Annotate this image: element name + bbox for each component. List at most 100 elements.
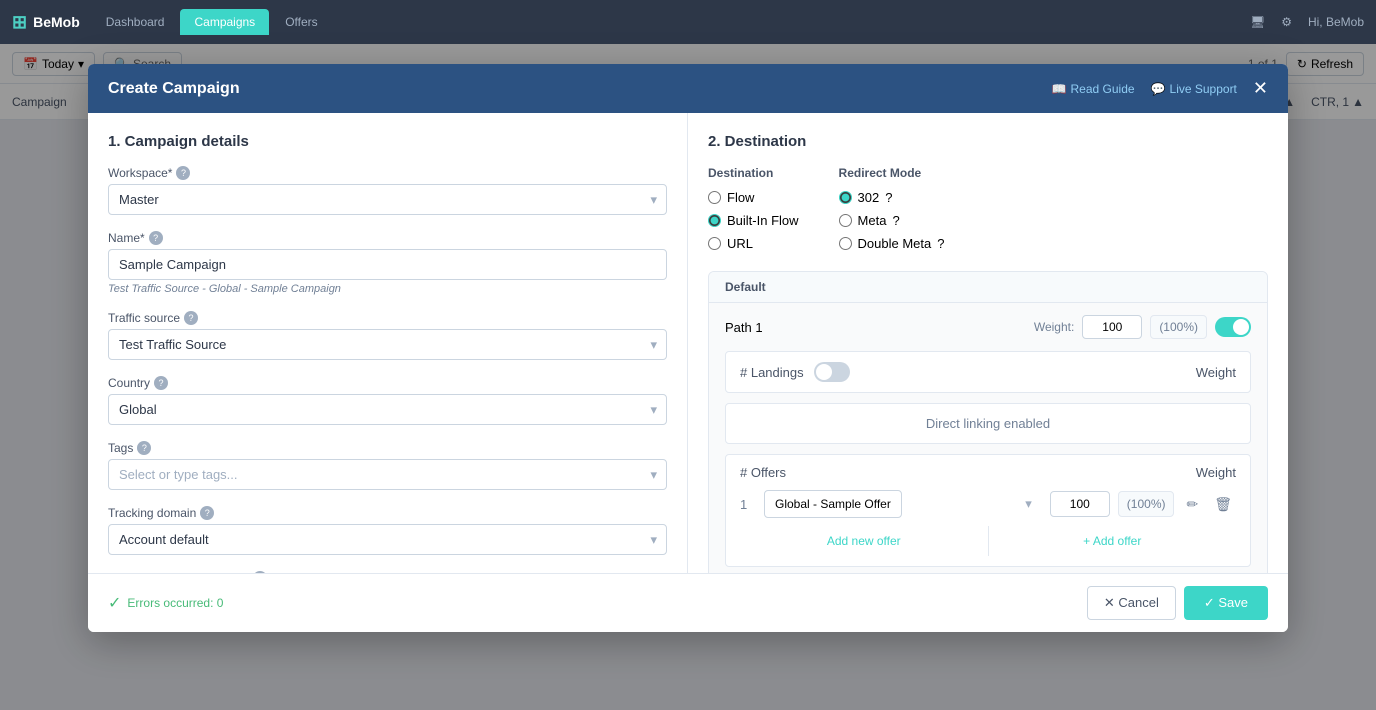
built-in-flow-radio[interactable]: Built-In Flow xyxy=(708,213,799,228)
tags-label: Tags ? xyxy=(108,441,667,455)
mode-302-radio[interactable]: 302 ? xyxy=(839,190,945,205)
country-select-wrapper: Global xyxy=(108,394,667,425)
path-section: Path 1 Weight: (100%) # Landings xyxy=(709,303,1267,573)
path-weight-input[interactable] xyxy=(1082,315,1142,339)
tags-help-icon[interactable]: ? xyxy=(137,441,151,455)
landings-label: # Landings xyxy=(740,365,804,380)
country-select[interactable]: Global xyxy=(108,394,667,425)
monitor-icon[interactable]: 🖥 xyxy=(1250,15,1265,29)
redirect-mode-label: Redirect Mode xyxy=(839,166,945,180)
read-guide-link[interactable]: 📖 Read Guide xyxy=(1052,82,1135,96)
delete-offer-button[interactable]: 🗑 xyxy=(1210,492,1236,517)
logo-icon: ⊞ xyxy=(12,12,27,33)
edit-offer-button[interactable]: ✏ xyxy=(1182,492,1202,517)
mode-meta-radio[interactable]: Meta ? xyxy=(839,213,945,228)
add-offer-row: Add new offer + Add offer xyxy=(740,526,1236,556)
tab-offers[interactable]: Offers xyxy=(271,9,331,35)
path-toggle[interactable] xyxy=(1215,317,1251,337)
redirect-mode-col: Redirect Mode 302 ? Meta ? xyxy=(839,166,945,251)
footer-actions: ✕ Cancel ✓ Save xyxy=(1087,586,1268,620)
save-button[interactable]: ✓ Save xyxy=(1184,586,1268,620)
tags-select-wrapper: Select or type tags... xyxy=(108,459,667,490)
user-icon: Hi, BeMob xyxy=(1308,15,1364,29)
offer-pct: (100%) xyxy=(1118,491,1175,517)
redirect-radio-group: 302 ? Meta ? Double Meta ? xyxy=(839,190,945,251)
traffic-source-group: Traffic source ? Test Traffic Source xyxy=(108,311,667,360)
cancel-button[interactable]: ✕ Cancel xyxy=(1087,586,1176,620)
traffic-source-help-icon[interactable]: ? xyxy=(184,311,198,325)
default-header: Default xyxy=(709,272,1267,303)
gear-icon[interactable]: ⚙ xyxy=(1281,15,1292,29)
destination-radio-group: Flow Built-In Flow URL xyxy=(708,190,799,251)
tags-group: Tags ? Select or type tags... xyxy=(108,441,667,490)
tab-dashboard[interactable]: Dashboard xyxy=(92,9,179,35)
tracking-domain-help-icon[interactable]: ? xyxy=(200,506,214,520)
url-radio[interactable]: URL xyxy=(708,236,799,251)
left-section-title: 1. Campaign details xyxy=(108,133,667,150)
tab-campaigns[interactable]: Campaigns xyxy=(180,9,269,35)
close-button[interactable]: ✕ xyxy=(1253,78,1268,99)
right-panel: 2. Destination Destination Flow Bu xyxy=(688,113,1288,573)
weight-col-label: Weight xyxy=(1196,365,1236,380)
generated-name: Test Traffic Source - Global - Sample Ca… xyxy=(108,283,667,295)
header-actions: 📖 Read Guide 💬 Live Support ✕ xyxy=(1052,78,1268,99)
tracking-domain-label: Tracking domain ? xyxy=(108,506,667,520)
traffic-source-label: Traffic source ? xyxy=(108,311,667,325)
weight-label: Weight: xyxy=(1034,320,1074,334)
top-nav-right: 🖥 ⚙ Hi, BeMob xyxy=(1250,15,1364,29)
country-help-icon[interactable]: ? xyxy=(154,376,168,390)
workspace-select[interactable]: Master xyxy=(108,184,667,215)
offers-header: # Offers Weight xyxy=(740,465,1236,480)
right-section-title: 2. Destination xyxy=(708,133,1268,150)
workspace-help-icon[interactable]: ? xyxy=(176,166,190,180)
add-offer-button[interactable]: + Add offer xyxy=(989,526,1237,556)
modal-title: Create Campaign xyxy=(108,80,240,98)
mode-meta-help-icon[interactable]: ? xyxy=(892,213,899,228)
path-header: Path 1 Weight: (100%) xyxy=(725,315,1251,339)
destination-col: Destination Flow Built-In Flow xyxy=(708,166,799,251)
name-group: Name* ? Test Traffic Source - Global - S… xyxy=(108,231,667,295)
mode-double-meta-radio[interactable]: Double Meta ? xyxy=(839,236,945,251)
mode-302-help-icon[interactable]: ? xyxy=(885,190,892,205)
name-input[interactable] xyxy=(108,249,667,280)
weight-pct: (100%) xyxy=(1150,315,1207,339)
offer-select[interactable]: Global - Sample Offer xyxy=(764,490,902,518)
top-tabs: Dashboard Campaigns Offers xyxy=(92,9,332,35)
country-label: Country ? xyxy=(108,376,667,390)
offer-weight-input[interactable] xyxy=(1050,491,1110,517)
workspace-label: Workspace* ? xyxy=(108,166,667,180)
traffic-source-select-wrapper: Test Traffic Source xyxy=(108,329,667,360)
country-group: Country ? Global xyxy=(108,376,667,425)
modal-overlay: Create Campaign 📖 Read Guide 💬 Live Supp… xyxy=(0,44,1376,710)
offers-weight: Weight xyxy=(1196,465,1236,480)
modal-body: 1. Campaign details Workspace* ? Master xyxy=(88,113,1288,573)
tracking-domain-group: Tracking domain ? Account default xyxy=(108,506,667,555)
destination-label: Destination xyxy=(708,166,799,180)
live-support-link[interactable]: 💬 Live Support xyxy=(1151,82,1237,96)
create-campaign-modal: Create Campaign 📖 Read Guide 💬 Live Supp… xyxy=(88,64,1288,632)
modal-header: Create Campaign 📖 Read Guide 💬 Live Supp… xyxy=(88,64,1288,113)
tracking-domain-select[interactable]: Account default xyxy=(108,524,667,555)
top-nav: ⊞ BeMob Dashboard Campaigns Offers 🖥 ⚙ H… xyxy=(0,0,1376,44)
tags-select[interactable]: Select or type tags... xyxy=(108,459,667,490)
tracking-domain-select-wrapper: Account default xyxy=(108,524,667,555)
offer-select-wrapper: Global - Sample Offer xyxy=(764,490,1042,518)
modal-footer: ✓ Errors occurred: 0 ✕ Cancel ✓ Save xyxy=(88,573,1288,632)
error-status: ✓ Errors occurred: 0 xyxy=(108,593,223,613)
add-new-offer-button[interactable]: Add new offer xyxy=(740,526,989,556)
logo: ⊞ BeMob xyxy=(12,12,80,33)
landings-toggle[interactable] xyxy=(814,362,850,382)
flow-radio[interactable]: Flow xyxy=(708,190,799,205)
offers-section: # Offers Weight 1 Global - Sample Offer xyxy=(725,454,1251,567)
direct-linking: Direct linking enabled xyxy=(725,403,1251,444)
check-icon: ✓ xyxy=(108,593,121,613)
name-help-icon[interactable]: ? xyxy=(149,231,163,245)
mode-double-meta-help-icon[interactable]: ? xyxy=(937,236,944,251)
logo-text: BeMob xyxy=(33,14,80,30)
landings-row: # Landings Weight xyxy=(725,351,1251,393)
offers-label: # Offers xyxy=(740,465,786,480)
workspace-select-wrapper: Master xyxy=(108,184,667,215)
traffic-source-select[interactable]: Test Traffic Source xyxy=(108,329,667,360)
default-section: Default Path 1 Weight: (100%) xyxy=(708,271,1268,573)
left-panel: 1. Campaign details Workspace* ? Master xyxy=(88,113,688,573)
